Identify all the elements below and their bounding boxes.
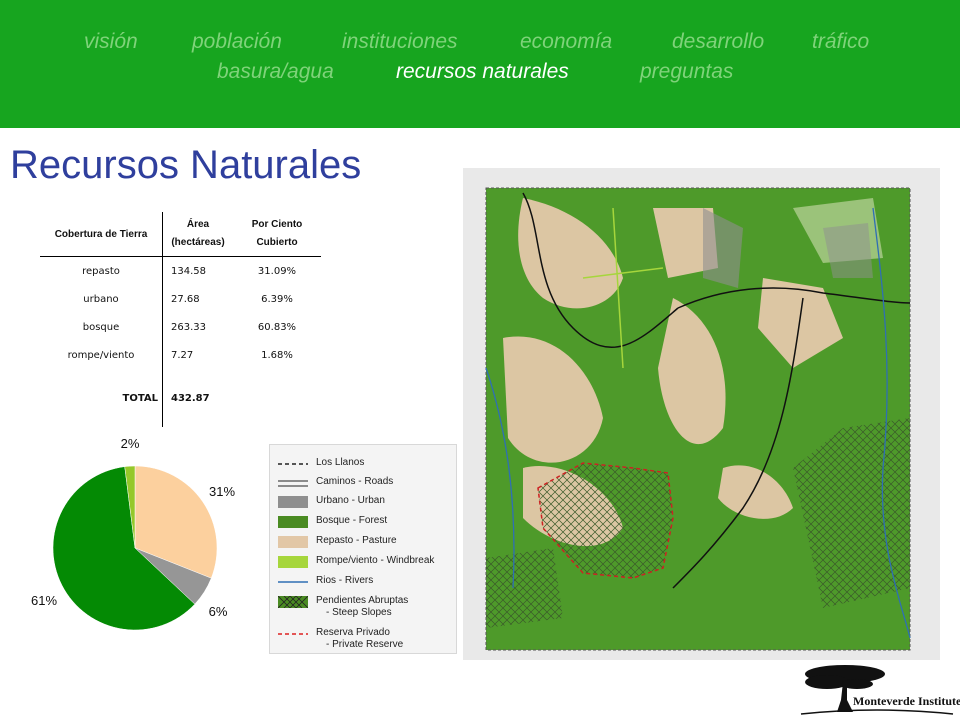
pasture-swatch-icon — [278, 536, 308, 548]
table-row: rompe/viento 7.27 1.68% — [40, 341, 321, 369]
column-header-percent-label: Por Ciento Cubierto — [251, 219, 303, 248]
legend-label: Repasto - Pasture — [316, 535, 397, 546]
map-legend: Los Llanos Caminos - Roads Urbano - Urba… — [269, 444, 457, 654]
nav-item-recursos-naturales[interactable]: recursos naturales — [396, 60, 569, 84]
column-header-area: Área (hectáreas) — [162, 212, 233, 257]
cell-percent: 31.09% — [257, 265, 297, 277]
urban-swatch-icon — [278, 496, 308, 508]
top-navigation: visión población instituciones economía … — [0, 0, 960, 128]
land-cover-map — [463, 168, 940, 660]
pie-data-label: 6% — [209, 604, 228, 619]
land-cover-map-image — [485, 187, 911, 651]
logo-text: Monteverde Institute — [853, 694, 960, 708]
cell-total-label: TOTAL — [122, 392, 158, 404]
cell-area: 134.58 — [162, 256, 233, 285]
cell-cover: urbano — [83, 293, 119, 305]
dashed-reserve-icon — [278, 633, 308, 635]
nav-item-instituciones[interactable]: instituciones — [342, 30, 458, 54]
legend-label: Rios - Rivers — [316, 575, 374, 586]
cell-total-area: 432.87 — [162, 369, 233, 427]
nav-item-poblacion[interactable]: población — [192, 30, 282, 54]
hatched-slope-icon — [278, 596, 308, 608]
legend-label: Pendientes Abruptas — [316, 595, 409, 606]
land-cover-table: Cobertura de Tierra Área (hectáreas) Por… — [40, 212, 321, 427]
cell-area: 7.27 — [162, 341, 233, 369]
pie-data-label: 2% — [121, 436, 140, 451]
windbreak-swatch-icon — [278, 556, 308, 568]
table-row: bosque 263.33 60.83% — [40, 313, 321, 341]
legend-label: Caminos - Roads — [316, 476, 394, 487]
legend-label: Bosque - Forest — [316, 515, 388, 526]
dashed-boundary-icon — [278, 463, 308, 465]
cell-total-empty — [233, 369, 321, 427]
table-header-row: Cobertura de Tierra Área (hectáreas) Por… — [40, 212, 321, 257]
pie-data-label: 61% — [31, 593, 57, 608]
table-row: repasto 134.58 31.09% — [40, 256, 321, 285]
forest-swatch-icon — [278, 516, 308, 528]
cell-percent: 6.39% — [261, 293, 293, 305]
legend-sublabel: - Steep Slopes — [326, 607, 392, 618]
legend-label: Rompe/viento - Windbreak — [316, 555, 435, 566]
cell-cover: repasto — [82, 265, 120, 277]
cell-cover: bosque — [82, 321, 120, 333]
legend-label: Reserva Privado — [316, 627, 390, 638]
legend-label: Urbano - Urban — [316, 495, 385, 506]
cell-cover: rompe/viento — [67, 349, 135, 361]
column-header-cover: Cobertura de Tierra — [54, 228, 148, 240]
nav-item-vision[interactable]: visión — [84, 30, 138, 54]
cell-area: 263.33 — [162, 313, 233, 341]
legend-label: Los Llanos — [316, 457, 365, 468]
column-header-area-label: Área (hectáreas) — [171, 219, 225, 248]
nav-item-trafico[interactable]: tráfico — [812, 30, 869, 54]
cell-percent: 60.83% — [257, 321, 297, 333]
page-title: Recursos Naturales — [10, 143, 362, 187]
legend-sublabel: - Private Reserve — [326, 639, 404, 650]
table-row: urbano 27.68 6.39% — [40, 285, 321, 313]
nav-item-desarrollo[interactable]: desarrollo — [672, 30, 764, 54]
pie-data-label: 31% — [209, 484, 235, 499]
road-icon — [278, 480, 308, 487]
cell-area: 27.68 — [162, 285, 233, 313]
land-cover-pie-chart: 31% 6% 61% 2% — [31, 436, 235, 631]
table-total-row: TOTAL 432.87 — [40, 369, 321, 427]
nav-item-preguntas[interactable]: preguntas — [640, 60, 733, 84]
nav-item-economia[interactable]: economía — [520, 30, 612, 54]
monteverde-institute-logo: Monteverde Institute — [797, 660, 960, 718]
column-header-percent: Por Ciento Cubierto — [233, 212, 321, 257]
tree-logo-icon — [800, 665, 954, 715]
nav-item-basura-agua[interactable]: basura/agua — [217, 60, 334, 84]
cell-percent: 1.68% — [261, 349, 293, 361]
river-line-icon — [278, 581, 308, 583]
